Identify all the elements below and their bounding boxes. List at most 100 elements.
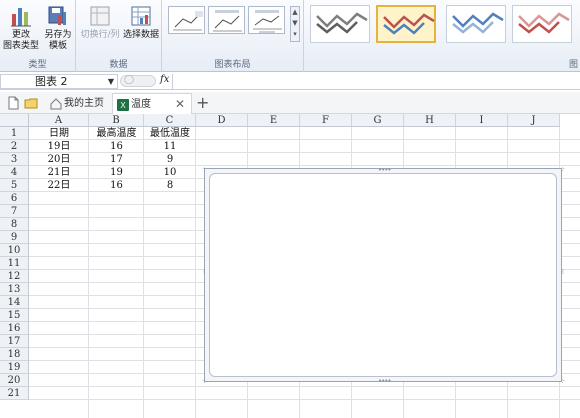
resize-handle-top[interactable]: •••• [378,166,391,174]
resize-handle-bottom[interactable]: •••• [378,377,391,385]
row-header-8[interactable]: 8 [0,218,29,231]
chart-layout-3[interactable] [248,6,285,34]
chart-layout-1[interactable] [168,6,205,34]
resize-handle-top-left[interactable]: ·: [202,165,205,173]
save-template-label-2: 模板 [48,41,67,51]
bar-chart-icon [9,4,33,28]
cell-c2[interactable]: 11 [144,140,196,153]
cell-c1[interactable]: 最低温度 [144,127,196,140]
resize-handle-right[interactable]: ⁞ [562,268,564,276]
column-header-i[interactable]: I [456,114,508,127]
row-header-19[interactable]: 19 [0,361,29,374]
cell-a3[interactable]: 20日 [29,153,89,166]
close-icon[interactable]: ✕ [175,94,185,115]
ribbon-group-chart-layout: ▲ ▼ ▾ 图表布局 [162,0,304,72]
row-header-4[interactable]: 4 [0,166,29,179]
row-header-5[interactable]: 5 [0,179,29,192]
row-header-3[interactable]: 3 [0,153,29,166]
row-header-20[interactable]: 20 [0,374,29,387]
cell-c4[interactable]: 10 [144,166,196,179]
data-group-label: 数据 [109,60,128,70]
cell-b3[interactable]: 17 [89,153,144,166]
row-header-9[interactable]: 9 [0,231,29,244]
chart-layout-2[interactable] [208,6,245,34]
ribbon-group-data: 切换行/列 选择数据 数据 [76,0,162,72]
switch-row-column-button[interactable]: 切换行/列 [78,2,122,54]
tab-temperature-label: 温度 [131,99,151,110]
column-header-e[interactable]: E [248,114,300,127]
row-header-10[interactable]: 10 [0,244,29,257]
row-header-1[interactable]: 1 [0,127,29,140]
document-tab-bar: 我的主页 X 温度 ✕ + [0,92,580,114]
cell-a1[interactable]: 日期 [29,127,89,140]
row-header-16[interactable]: 16 [0,322,29,335]
column-header-f[interactable]: F [300,114,352,127]
save-as-template-button[interactable]: 另存为 模板 [38,2,78,54]
chevron-down-icon[interactable]: ▼ [108,75,114,88]
cell-b1[interactable]: 最高温度 [89,127,144,140]
spreadsheet-grid[interactable]: A B C D E F G H I J 1 2 3 4 5 6 7 8 9 10 11 12 13 14 15 16 17 18 19 2… [0,114,580,418]
cell-b4[interactable]: 19 [89,166,144,179]
change-chart-type-label-1: 更改 [11,30,30,40]
resize-handle-left[interactable]: ⁞ [203,268,205,276]
column-header-d[interactable]: D [196,114,248,127]
column-header-a[interactable]: A [29,114,89,127]
new-file-icon[interactable] [6,96,20,110]
circle-icon: ◯ [124,75,135,85]
chart-style-pink[interactable] [512,5,572,43]
column-header-b[interactable]: B [89,114,144,127]
resize-handle-bottom-left[interactable]: ·: [202,377,205,385]
chart-object[interactable]: •••• •••• ⁞ ⁞ ·: :· ·: :· [202,165,565,385]
grid-line-horizontal [29,399,580,400]
resize-handle-bottom-right[interactable]: :· [561,377,564,385]
select-all-corner[interactable] [0,114,29,127]
chart-style-blue[interactable] [446,5,506,43]
row-header-6[interactable]: 6 [0,192,29,205]
chart-styles-group-label: 图 [568,60,578,70]
column-header-c[interactable]: C [144,114,196,127]
row-header-14[interactable]: 14 [0,296,29,309]
cell-b2[interactable]: 16 [89,140,144,153]
resize-handle-top-right[interactable]: :· [561,165,564,173]
chart-style-gray[interactable] [310,5,370,43]
chart-layout-group-label: 图表布局 [214,60,251,70]
chart-plot-area[interactable] [209,173,557,377]
row-header-2[interactable]: 2 [0,140,29,153]
cell-a5[interactable]: 22日 [29,179,89,192]
cell-a2[interactable]: 19日 [29,140,89,153]
row-header-13[interactable]: 13 [0,283,29,296]
new-tab-plus-icon[interactable]: + [196,93,209,113]
cell-c3[interactable]: 9 [144,153,196,166]
column-header-g[interactable]: G [352,114,404,127]
column-header-j[interactable]: J [508,114,560,127]
layout-gallery-scroll[interactable]: ▲ ▼ ▾ [290,6,300,42]
formula-input[interactable] [172,74,580,89]
switch-row-column-icon [88,4,112,28]
chart-style-red[interactable] [376,5,436,43]
row-header-7[interactable]: 7 [0,205,29,218]
cell-c5[interactable]: 8 [144,179,196,192]
name-box[interactable]: 图表 2 ▼ [0,74,118,89]
change-chart-type-button[interactable]: 更改 图表类型 [1,2,41,54]
select-data-label: 选择数据 [122,30,159,40]
svg-text:X: X [120,101,126,110]
tab-my-homepage-label: 我的主页 [64,98,104,109]
select-data-button[interactable]: 选择数据 [120,2,162,54]
row-header-18[interactable]: 18 [0,348,29,361]
tab-my-homepage[interactable]: 我的主页 [46,93,112,114]
row-header-21[interactable]: 21 [0,387,29,400]
row-header-11[interactable]: 11 [0,257,29,270]
folder-icon[interactable] [24,96,38,110]
row-header-12[interactable]: 12 [0,270,29,283]
cell-b5[interactable]: 16 [89,179,144,192]
tab-temperature[interactable]: X 温度 ✕ [112,93,192,114]
column-header-h[interactable]: H [404,114,456,127]
type-group-label: 类型 [28,60,47,70]
switch-row-column-label: 切换行/列 [80,30,120,40]
change-chart-type-label-2: 图表类型 [2,41,39,51]
cell-a4[interactable]: 21日 [29,166,89,179]
formula-toggle[interactable]: ◯ [120,75,156,87]
insert-function-button[interactable]: fx [160,74,169,85]
row-header-17[interactable]: 17 [0,335,29,348]
row-header-15[interactable]: 15 [0,309,29,322]
